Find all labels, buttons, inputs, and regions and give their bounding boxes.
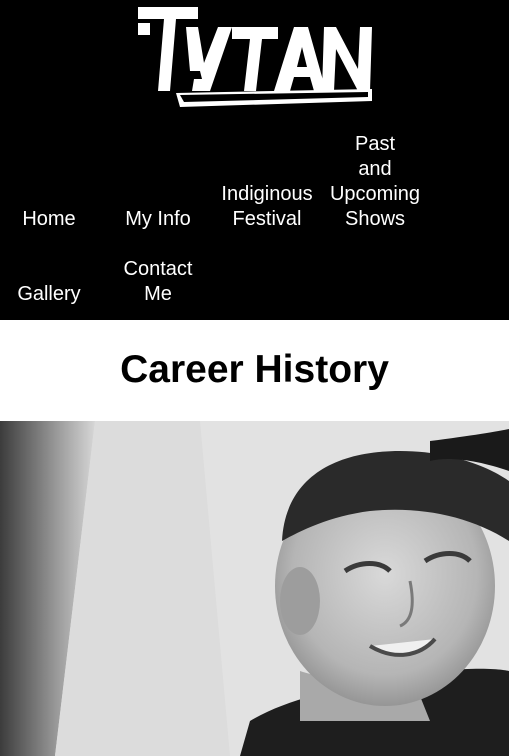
- nav-indiginous-festival-label-line1: Indiginous: [221, 183, 313, 205]
- nav-gallery-label: Gallery: [17, 283, 81, 305]
- site-header: Home My Info Indiginous Festival Past an…: [0, 0, 509, 320]
- nav-home-label: Home: [22, 208, 76, 230]
- nav-home[interactable]: Home: [0, 207, 99, 232]
- nav-my-info[interactable]: My Info: [108, 207, 208, 232]
- nav-contact-label-line1: Contact: [123, 258, 193, 280]
- tytan-logo-icon[interactable]: [136, 5, 374, 108]
- nav-shows-label-line3: Upcoming: [329, 183, 421, 205]
- page-title: Career History: [120, 348, 389, 391]
- nav-shows-label-line4: Shows: [344, 208, 406, 230]
- nav-indiginous-festival[interactable]: Indiginous Festival: [217, 182, 317, 232]
- nav-gallery[interactable]: Gallery: [0, 282, 99, 307]
- nav-my-info-label: My Info: [125, 208, 191, 230]
- nav-past-upcoming-shows[interactable]: Past and Upcoming Shows: [325, 132, 425, 232]
- nav-indiginous-festival-label-line2: Festival: [232, 208, 302, 230]
- nav-contact-me[interactable]: Contact Me: [108, 257, 208, 307]
- nav-shows-label-line2: and: [358, 158, 392, 180]
- portrait-photo-icon: [0, 421, 509, 756]
- nav-contact-label-line2: Me: [144, 283, 172, 305]
- nav-shows-label-line1: Past: [354, 133, 396, 155]
